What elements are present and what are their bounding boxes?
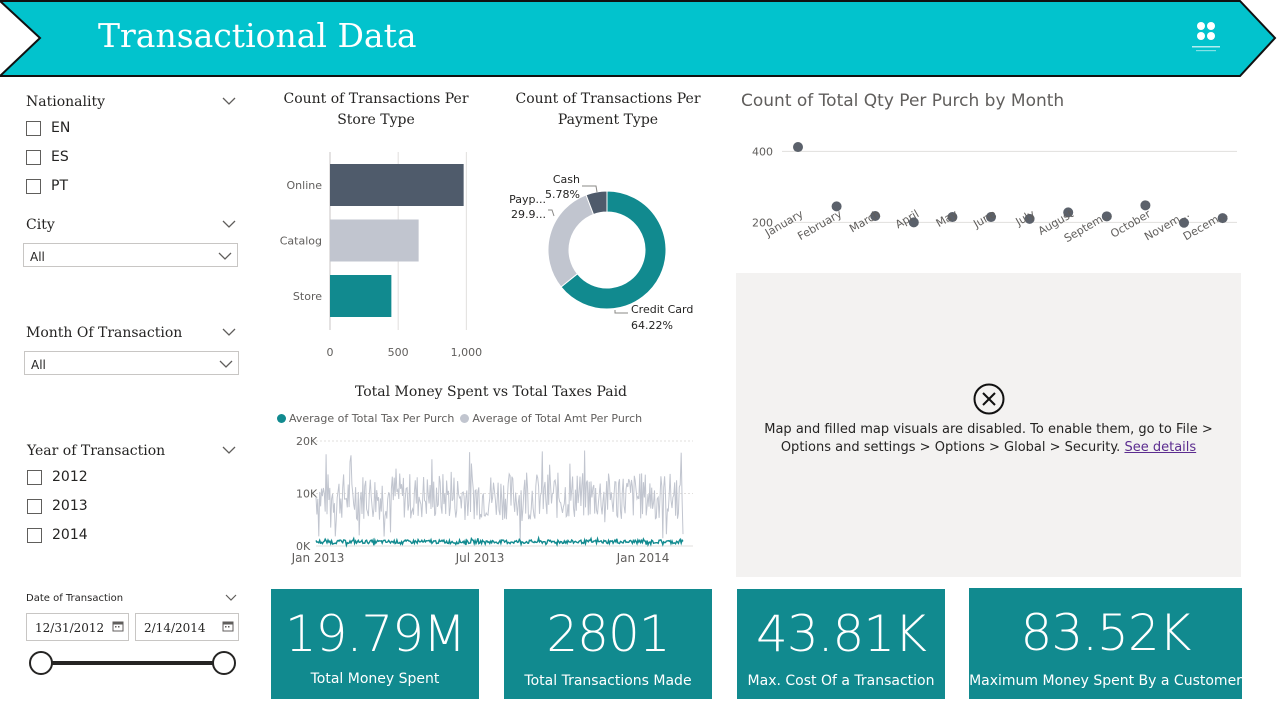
checkbox[interactable]	[27, 469, 42, 485]
slice-label-name: Payp...	[509, 193, 546, 206]
y-tick-label: 20K	[296, 435, 318, 448]
y-tick-label: 10K	[296, 488, 318, 501]
chevron-down-icon[interactable]	[222, 327, 236, 337]
year-slicer-title: Year of Transaction	[27, 443, 166, 459]
calendar-icon[interactable]	[222, 620, 234, 632]
store-type-chart-title: Count of Transactions Per Store Type	[283, 91, 469, 128]
category-label: Online	[287, 179, 323, 192]
slice-label-name: Cash	[553, 173, 580, 186]
kpi-value: 2801	[546, 605, 670, 663]
slice-label-value: 29.9...	[511, 208, 546, 221]
kpi-label: Max. Cost Of a Transaction	[747, 673, 935, 689]
leader-line	[548, 209, 555, 217]
x-tick-label: July	[1013, 207, 1038, 229]
x-tick-label: 1,000	[451, 346, 483, 359]
city-dropdown[interactable]: All	[23, 243, 238, 267]
kpi-value: 19.79M	[284, 605, 466, 663]
x-tick-label: 500	[388, 346, 409, 359]
grid-logo-icon	[1192, 22, 1220, 52]
money-tax-line-chart: 0K10K20KJan 2013 Jul 2013 Jan 2014	[291, 435, 693, 565]
leader-line	[614, 310, 628, 314]
chevron-down-icon[interactable]	[218, 251, 232, 261]
close-circle-icon	[973, 383, 1005, 415]
payment-type-donut-chart: Credit Card 64.22% Payp... 29.9... Cash 5.78%	[509, 173, 693, 332]
chevron-down-icon[interactable]	[219, 359, 233, 369]
x-tick-label: February	[795, 207, 844, 243]
series-line	[315, 450, 684, 544]
chevron-down-icon[interactable]	[222, 96, 236, 106]
bar-catalog	[330, 219, 419, 262]
category-label: Catalog	[280, 235, 322, 248]
kpi-label: Total Transactions Made	[524, 673, 692, 689]
nationality-slicer-title: Nationality	[26, 94, 105, 110]
slider-end-handle[interactable]	[212, 651, 236, 675]
category-label: Store	[293, 290, 322, 303]
bar-store	[330, 275, 392, 317]
kpi-card-total-money: 19.79M Total Money Spent	[271, 589, 479, 699]
page-title: Transactional Data	[98, 16, 417, 55]
see-details-link[interactable]: See details	[1124, 440, 1196, 455]
chevron-down-icon[interactable]	[225, 594, 237, 602]
x-tick-label: Jul 2013	[455, 551, 505, 565]
x-tick-label: Jan 2013	[291, 551, 345, 565]
checkbox[interactable]	[26, 149, 41, 165]
qty-month-scatter-chart: 200400JanuaryFebruary March April May June Ju…	[752, 142, 1237, 245]
kpi-label: Maximum Money Spent By a Customer	[969, 673, 1242, 689]
x-tick-label: 0	[327, 346, 334, 359]
year-options: 2012 2013 2014	[27, 466, 88, 546]
month-slicer-title: Month Of Transaction	[26, 325, 183, 341]
year-option-2013[interactable]: 2013	[27, 495, 88, 517]
kpi-value: 43.81K	[756, 605, 927, 663]
map-disabled-message: Map and filled map visuals are disabled.…	[764, 422, 1213, 455]
kpi-card-max-cost: 43.81K Max. Cost Of a Transaction	[737, 589, 945, 699]
x-tick-label: Decem...	[1181, 207, 1230, 243]
chevron-down-icon[interactable]	[222, 445, 236, 455]
slice-label-name: Credit Card	[631, 303, 693, 316]
nationality-options: EN ES PT	[26, 117, 70, 197]
kpi-value: 83.52K	[1020, 604, 1192, 662]
nationality-option-es[interactable]: ES	[26, 146, 70, 168]
city-slicer-title: City	[26, 217, 55, 233]
year-option-2014[interactable]: 2014	[27, 524, 88, 546]
y-tick-label: 400	[752, 145, 773, 158]
checkbox[interactable]	[26, 120, 41, 136]
checkbox[interactable]	[27, 498, 42, 514]
money-tax-chart-title: Total Money Spent vs Total Taxes Paid	[354, 384, 628, 400]
legend-item-tax: Average of Total Tax Per Purch	[289, 412, 455, 425]
legend-marker	[460, 414, 470, 423]
map-placeholder: Map and filled map visuals are disabled.…	[736, 273, 1241, 577]
year-option-2012[interactable]: 2012	[27, 466, 88, 488]
bar-online	[330, 164, 464, 206]
money-tax-legend: Average of Total Tax Per Purch Average o…	[277, 412, 642, 425]
date-range-slider[interactable]	[26, 648, 240, 678]
x-tick-label: April	[893, 207, 921, 231]
qty-month-chart-title: Count of Total Qty Per Purch by Month	[741, 91, 1065, 111]
nationality-option-pt[interactable]: PT	[26, 175, 70, 197]
date-slicer-title: Date of Transaction	[26, 593, 124, 604]
kpi-card-total-transactions: 2801 Total Transactions Made	[504, 589, 712, 699]
checkbox[interactable]	[26, 178, 41, 194]
month-dropdown[interactable]: All	[24, 351, 239, 375]
slice-payp-	[547, 194, 595, 288]
checkbox[interactable]	[27, 527, 42, 543]
x-tick-label: Jan 2014	[616, 551, 670, 565]
slice-label-value: 5.78%	[545, 188, 580, 201]
chevron-down-icon[interactable]	[222, 219, 236, 229]
calendar-icon[interactable]	[112, 620, 124, 632]
nationality-option-en[interactable]: EN	[26, 117, 70, 139]
slice-label-value: 64.22%	[631, 319, 673, 332]
slider-start-handle[interactable]	[29, 651, 53, 675]
legend-marker	[277, 414, 286, 423]
legend-item-amount: Average of Total Amt Per Purch	[472, 412, 643, 425]
series-line	[315, 535, 684, 548]
data-point	[793, 142, 803, 153]
kpi-label: Total Money Spent	[310, 671, 440, 687]
x-tick-label: June	[970, 207, 998, 231]
x-tick-label: March	[847, 207, 883, 235]
x-tick-label: May	[934, 207, 961, 230]
store-type-bar-chart: Online Catalog Store 0 500 1,000	[280, 152, 483, 359]
leader-line	[582, 185, 598, 193]
payment-type-chart-title: Count of Transactions Per Payment Type	[515, 91, 701, 128]
kpi-card-max-customer: 83.52K Maximum Money Spent By a Customer	[969, 588, 1242, 699]
